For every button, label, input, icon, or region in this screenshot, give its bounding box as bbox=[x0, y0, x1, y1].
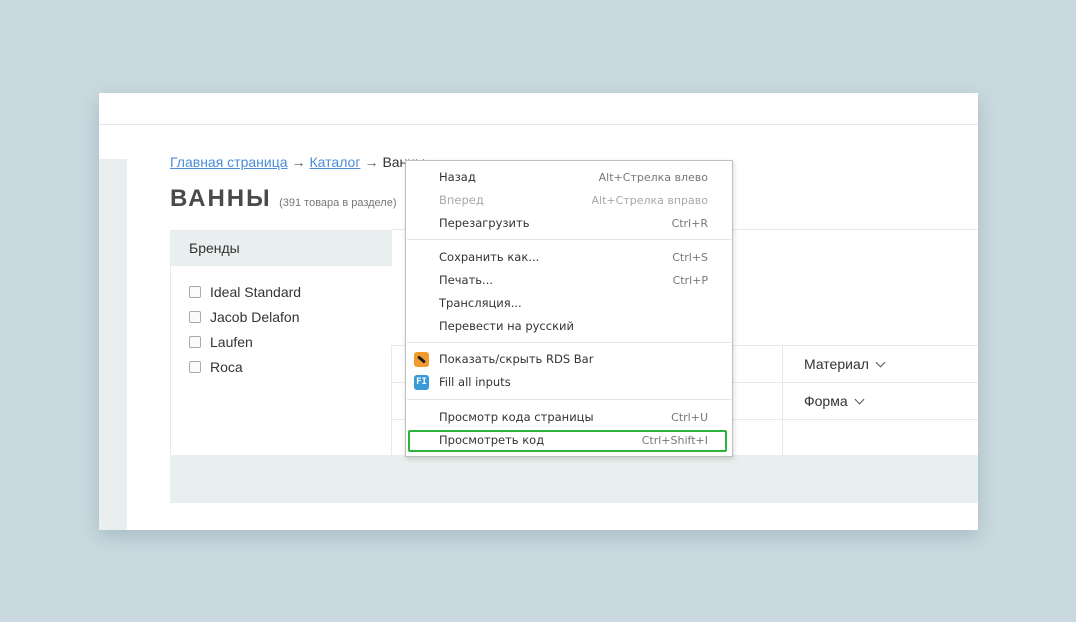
page-title: ВАННЫ (391 товара в разделе) bbox=[170, 185, 397, 213]
chevron-down-icon bbox=[854, 394, 865, 405]
brand-checkbox[interactable] bbox=[189, 335, 201, 348]
header-divider bbox=[99, 124, 978, 125]
brand-label: Roca bbox=[210, 358, 243, 375]
page-heading: ВАННЫ bbox=[170, 185, 272, 212]
breadcrumb-catalog-link[interactable]: Каталог bbox=[310, 154, 361, 170]
column-divider bbox=[782, 345, 783, 456]
material-filter-dropdown[interactable]: Материал bbox=[804, 356, 886, 372]
menu-separator bbox=[407, 239, 731, 240]
brand-label: Ideal Standard bbox=[210, 283, 302, 300]
brand-label: Jacob Delafon bbox=[210, 308, 300, 325]
breadcrumb: Главная страница → Каталог → Ванны bbox=[170, 154, 425, 170]
brand-checkbox[interactable] bbox=[189, 360, 201, 373]
shape-filter-label: Форма bbox=[804, 393, 848, 409]
brand-option[interactable]: Ideal Standard bbox=[189, 279, 392, 304]
menu-separator bbox=[407, 399, 731, 400]
brand-option[interactable]: Roca bbox=[189, 354, 392, 379]
brand-option[interactable]: Laufen bbox=[189, 329, 392, 354]
brand-option[interactable]: Jacob Delafon bbox=[189, 304, 392, 329]
menu-item-save-as[interactable]: Сохранить как... Ctrl+S bbox=[406, 246, 732, 269]
menu-item-forward: Вперед Alt+Стрелка вправо bbox=[439, 193, 708, 207]
column-divider bbox=[391, 345, 392, 456]
left-strip bbox=[99, 159, 127, 530]
material-filter-label: Материал bbox=[804, 356, 869, 372]
context-menu: Назад Alt+Стрелка влево Вперед Alt+Стрелка… bbox=[405, 160, 733, 457]
brands-filter-panel: Бренды Ideal Standard Jacob Delafon Lauf… bbox=[170, 230, 392, 457]
chevron-down-icon bbox=[875, 357, 886, 368]
menu-item-print[interactable]: Печать... Ctrl+P bbox=[406, 269, 732, 292]
breadcrumb-arrow: → bbox=[364, 154, 379, 170]
brand-label: Laufen bbox=[210, 333, 253, 350]
product-count: (391 товара в разделе) bbox=[279, 197, 397, 209]
breadcrumb-arrow: → bbox=[291, 154, 306, 170]
fill-inputs-icon: FI bbox=[414, 375, 429, 390]
brand-checkbox[interactable] bbox=[189, 310, 201, 323]
breadcrumb-home-link[interactable]: Главная страница bbox=[170, 154, 288, 170]
brands-filter-title: Бренды bbox=[171, 231, 392, 266]
menu-item-reload[interactable]: Перезагрузить Ctrl+R bbox=[406, 212, 732, 235]
bottom-band bbox=[170, 455, 978, 503]
menu-item-back[interactable]: Назад Alt+Стрелка влево bbox=[406, 166, 732, 189]
shape-filter-dropdown[interactable]: Форма bbox=[804, 393, 865, 409]
menu-item-cast[interactable]: Трансляция... bbox=[406, 292, 732, 315]
brand-checkbox[interactable] bbox=[189, 285, 201, 298]
menu-item-view-source[interactable]: Просмотр кода страницы Ctrl+U bbox=[406, 406, 732, 429]
rds-bar-icon bbox=[414, 352, 429, 367]
menu-item-translate[interactable]: Перевести на русский bbox=[406, 315, 732, 338]
brand-list: Ideal Standard Jacob Delafon Laufen Roca bbox=[171, 266, 392, 379]
menu-separator bbox=[407, 342, 731, 343]
menu-item-rds-bar[interactable]: Показать/скрыть RDS Bar bbox=[406, 348, 732, 371]
menu-item-inspect[interactable]: Просмотреть код Ctrl+Shift+I bbox=[406, 429, 732, 452]
menu-item-fill-inputs[interactable]: FI Fill all inputs bbox=[406, 371, 732, 394]
